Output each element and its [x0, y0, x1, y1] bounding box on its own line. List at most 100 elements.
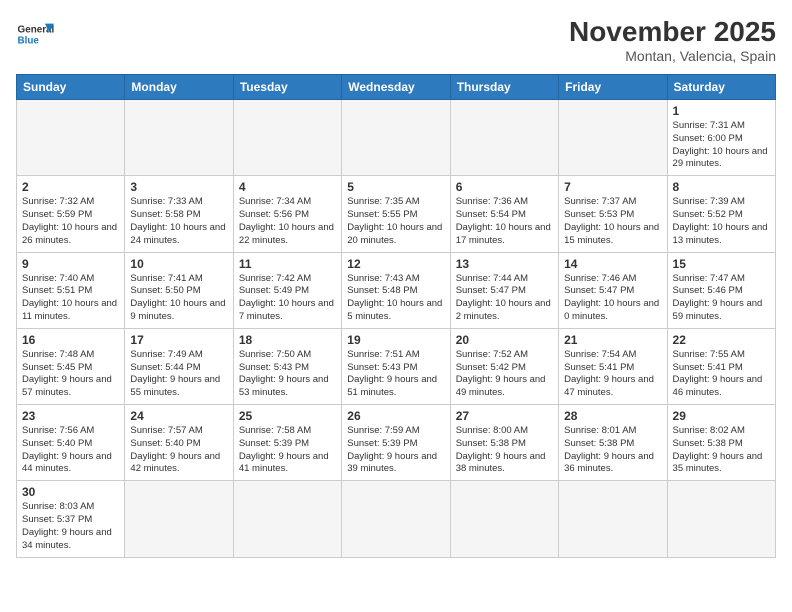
day-number: 17 — [130, 333, 227, 347]
day-info: Sunrise: 7:33 AMSunset: 5:58 PMDaylight:… — [130, 196, 227, 247]
day-number: 12 — [347, 257, 444, 271]
calendar-row-2: 2Sunrise: 7:32 AMSunset: 5:59 PMDaylight… — [17, 176, 776, 252]
calendar-cell — [125, 481, 233, 557]
day-info: Sunrise: 7:36 AMSunset: 5:54 PMDaylight:… — [456, 196, 553, 247]
calendar-cell: 27 Sunrise: 8:00 AMSunset: 5:38 PMDayligh… — [450, 405, 558, 481]
day-info: Sunrise: 7:37 AMSunset: 5:53 PMDaylight:… — [564, 196, 661, 247]
day-info: Sunrise: 7:50 AMSunset: 5:43 PMDaylight:… — [239, 349, 336, 400]
logo: General Blue — [16, 16, 54, 54]
day-number: 25 — [239, 409, 336, 423]
day-number: 10 — [130, 257, 227, 271]
calendar-cell — [342, 100, 450, 176]
day-number: 5 — [347, 180, 444, 194]
day-number: 2 — [22, 180, 119, 194]
day-number: 29 — [673, 409, 770, 423]
calendar-cell — [559, 481, 667, 557]
day-info: Sunrise: 7:44 AMSunset: 5:47 PMDaylight:… — [456, 273, 553, 324]
calendar-cell: 29 Sunrise: 8:02 AMSunset: 5:38 PMDayligh… — [667, 405, 775, 481]
calendar-cell: 26Sunrise: 7:59 AMSunset: 5:39 PMDayligh… — [342, 405, 450, 481]
calendar-cell: 4Sunrise: 7:34 AMSunset: 5:56 PMDaylight… — [233, 176, 341, 252]
month-title: November 2025 — [569, 16, 776, 48]
calendar-cell — [233, 100, 341, 176]
calendar-row-5: 23Sunrise: 7:56 AMSunset: 5:40 PMDayligh… — [17, 405, 776, 481]
day-info: Sunrise: 7:57 AMSunset: 5:40 PMDaylight:… — [130, 425, 227, 476]
day-number: 24 — [130, 409, 227, 423]
svg-text:Blue: Blue — [18, 35, 40, 46]
weekday-header-sunday: Sunday — [17, 75, 125, 100]
day-info: Sunrise: 7:51 AMSunset: 5:43 PMDaylight:… — [347, 349, 444, 400]
calendar-cell — [125, 100, 233, 176]
calendar-cell: 1Sunrise: 7:31 AMSunset: 6:00 PMDaylight… — [667, 100, 775, 176]
header: General Blue November 2025 Montan, Valen… — [16, 16, 776, 64]
day-number: 26 — [347, 409, 444, 423]
day-number: 15 — [673, 257, 770, 271]
calendar-cell — [233, 481, 341, 557]
calendar-row-3: 9Sunrise: 7:40 AMSunset: 5:51 PMDaylight… — [17, 252, 776, 328]
calendar-cell — [342, 481, 450, 557]
day-info: Sunrise: 7:49 AMSunset: 5:44 PMDaylight:… — [130, 349, 227, 400]
day-number: 11 — [239, 257, 336, 271]
calendar-cell: 2Sunrise: 7:32 AMSunset: 5:59 PMDaylight… — [17, 176, 125, 252]
day-info: Sunrise: 7:47 AMSunset: 5:46 PMDaylight:… — [673, 273, 770, 324]
location-title: Montan, Valencia, Spain — [569, 48, 776, 64]
calendar-cell: 19 Sunrise: 7:51 AMSunset: 5:43 PMDayligh… — [342, 328, 450, 404]
day-info: Sunrise: 8:00 AMSunset: 5:38 PMDaylight:… — [456, 425, 553, 476]
logo-icon: General Blue — [16, 16, 54, 54]
day-number: 4 — [239, 180, 336, 194]
calendar-cell: 24 Sunrise: 7:57 AMSunset: 5:40 PMDayligh… — [125, 405, 233, 481]
day-number: 27 — [456, 409, 553, 423]
calendar-cell: 18Sunrise: 7:50 AMSunset: 5:43 PMDayligh… — [233, 328, 341, 404]
day-info: Sunrise: 8:01 AMSunset: 5:38 PMDaylight:… — [564, 425, 661, 476]
calendar-cell: 21Sunrise: 7:54 AMSunset: 5:41 PMDayligh… — [559, 328, 667, 404]
weekday-header-saturday: Saturday — [667, 75, 775, 100]
day-number: 3 — [130, 180, 227, 194]
day-info: Sunrise: 7:42 AMSunset: 5:49 PMDaylight:… — [239, 273, 336, 324]
calendar-row-1: 1Sunrise: 7:31 AMSunset: 6:00 PMDaylight… — [17, 100, 776, 176]
day-info: Sunrise: 7:39 AMSunset: 5:52 PMDaylight:… — [673, 196, 770, 247]
calendar-cell: 20 Sunrise: 7:52 AMSunset: 5:42 PMDayligh… — [450, 328, 558, 404]
calendar-cell: 22 Sunrise: 7:55 AMSunset: 5:41 PMDayligh… — [667, 328, 775, 404]
day-info: Sunrise: 8:02 AMSunset: 5:38 PMDaylight:… — [673, 425, 770, 476]
day-info: Sunrise: 7:48 AMSunset: 5:45 PMDaylight:… — [22, 349, 119, 400]
calendar-cell — [450, 481, 558, 557]
calendar-cell — [559, 100, 667, 176]
day-number: 6 — [456, 180, 553, 194]
day-number: 20 — [456, 333, 553, 347]
calendar-cell: 8 Sunrise: 7:39 AMSunset: 5:52 PMDaylight… — [667, 176, 775, 252]
calendar-row-4: 16 Sunrise: 7:48 AMSunset: 5:45 PMDayligh… — [17, 328, 776, 404]
day-info: Sunrise: 7:41 AMSunset: 5:50 PMDaylight:… — [130, 273, 227, 324]
calendar-cell — [667, 481, 775, 557]
day-number: 19 — [347, 333, 444, 347]
day-number: 30 — [22, 485, 119, 499]
day-number: 7 — [564, 180, 661, 194]
calendar-cell: 5Sunrise: 7:35 AMSunset: 5:55 PMDaylight… — [342, 176, 450, 252]
calendar-cell: 23Sunrise: 7:56 AMSunset: 5:40 PMDayligh… — [17, 405, 125, 481]
calendar-cell: 13 Sunrise: 7:44 AMSunset: 5:47 PMDayligh… — [450, 252, 558, 328]
calendar-cell: 14Sunrise: 7:46 AMSunset: 5:47 PMDayligh… — [559, 252, 667, 328]
calendar-cell: 28Sunrise: 8:01 AMSunset: 5:38 PMDayligh… — [559, 405, 667, 481]
calendar-cell — [17, 100, 125, 176]
day-info: Sunrise: 7:31 AMSunset: 6:00 PMDaylight:… — [673, 120, 770, 171]
day-info: Sunrise: 7:54 AMSunset: 5:41 PMDaylight:… — [564, 349, 661, 400]
day-info: Sunrise: 7:43 AMSunset: 5:48 PMDaylight:… — [347, 273, 444, 324]
day-number: 8 — [673, 180, 770, 194]
day-info: Sunrise: 7:52 AMSunset: 5:42 PMDaylight:… — [456, 349, 553, 400]
day-number: 23 — [22, 409, 119, 423]
calendar-cell: 10 Sunrise: 7:41 AMSunset: 5:50 PMDayligh… — [125, 252, 233, 328]
day-number: 16 — [22, 333, 119, 347]
weekday-header-friday: Friday — [559, 75, 667, 100]
calendar-cell: 15 Sunrise: 7:47 AMSunset: 5:46 PMDayligh… — [667, 252, 775, 328]
day-number: 22 — [673, 333, 770, 347]
calendar-cell: 6 Sunrise: 7:36 AMSunset: 5:54 PMDaylight… — [450, 176, 558, 252]
weekday-header-tuesday: Tuesday — [233, 75, 341, 100]
calendar-cell: 7 Sunrise: 7:37 AMSunset: 5:53 PMDaylight… — [559, 176, 667, 252]
calendar: SundayMondayTuesdayWednesdayThursdayFrid… — [16, 74, 776, 558]
day-info: Sunrise: 8:03 AMSunset: 5:37 PMDaylight:… — [22, 501, 119, 552]
calendar-cell: 16 Sunrise: 7:48 AMSunset: 5:45 PMDayligh… — [17, 328, 125, 404]
day-info: Sunrise: 7:46 AMSunset: 5:47 PMDaylight:… — [564, 273, 661, 324]
weekday-header-monday: Monday — [125, 75, 233, 100]
day-info: Sunrise: 7:55 AMSunset: 5:41 PMDaylight:… — [673, 349, 770, 400]
calendar-cell: 25Sunrise: 7:58 AMSunset: 5:39 PMDayligh… — [233, 405, 341, 481]
calendar-cell: 17 Sunrise: 7:49 AMSunset: 5:44 PMDayligh… — [125, 328, 233, 404]
day-number: 13 — [456, 257, 553, 271]
